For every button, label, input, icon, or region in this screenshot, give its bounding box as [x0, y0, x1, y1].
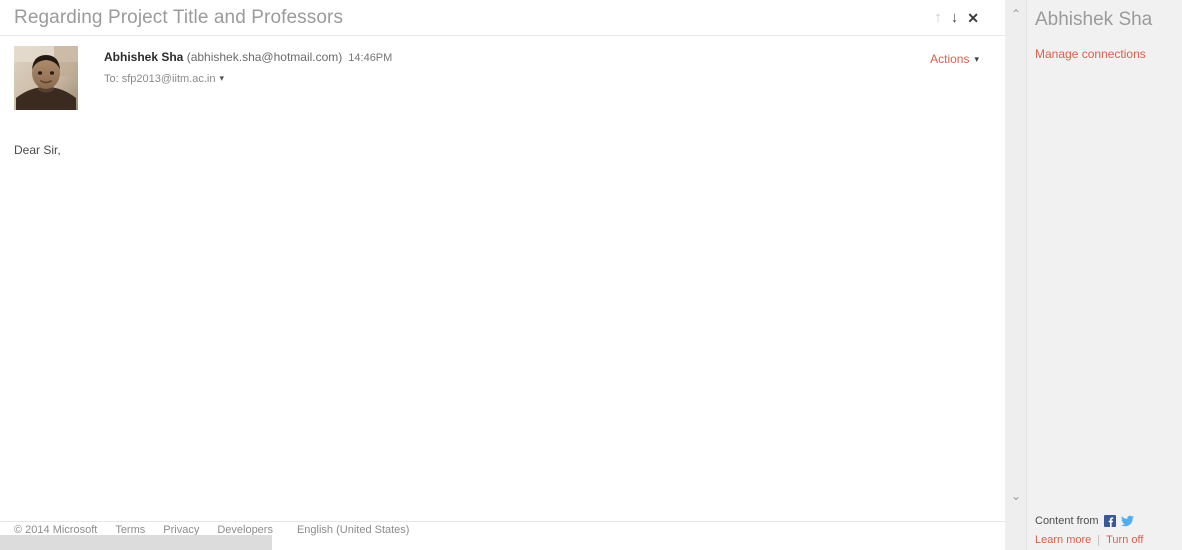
subject-bar: Regarding Project Title and Professors ↑…	[0, 0, 1005, 36]
close-icon[interactable]: ✕	[967, 11, 979, 25]
message-timestamp: 14:46PM	[348, 52, 393, 64]
sender-name[interactable]: Abhishek Sha	[104, 50, 183, 64]
recipients-expand-chevron-down-icon[interactable]: ▾	[215, 71, 224, 85]
message-body: Dear Sir,	[14, 143, 61, 157]
content-from-label: Content from	[1035, 515, 1099, 527]
recipients-prefix: To:	[104, 73, 119, 85]
recipients-line: To: sfp2013@iitm.ac.in ▾	[104, 72, 930, 86]
sender-email[interactable]: (abhishek.sha@hotmail.com)	[187, 50, 343, 64]
people-pane-footer: Content from Learn more | Turn off	[1027, 515, 1182, 550]
footer-overlay-panel	[0, 535, 272, 550]
chevron-down-icon[interactable]: ⌄	[1005, 489, 1027, 503]
actions-menu-button[interactable]: Actions ▾	[930, 46, 991, 68]
next-message-icon[interactable]: ↓	[951, 10, 959, 25]
twitter-icon[interactable]	[1120, 515, 1134, 527]
avatar[interactable]	[14, 46, 78, 110]
outlook-reading-pane: Regarding Project Title and Professors ↑…	[0, 0, 1182, 550]
facebook-icon[interactable]	[1103, 515, 1116, 527]
sender-identity-line: Abhishek Sha (abhishek.sha@hotmail.com) 1…	[104, 50, 930, 66]
content-from-row: Content from	[1035, 515, 1182, 534]
chevron-up-icon[interactable]: ⌃	[1005, 7, 1027, 21]
people-pane: Abhishek Sha Manage connections Content …	[1027, 0, 1182, 550]
actions-menu-label: Actions	[930, 52, 970, 66]
message-nav-controls: ↑ ↓ ✕	[934, 10, 993, 25]
recipient-address[interactable]: sfp2013@iitm.ac.in	[122, 73, 216, 85]
footer-language-selector[interactable]: English (United States)	[291, 524, 410, 536]
previous-message-icon[interactable]: ↑	[934, 10, 942, 25]
manage-connections-link[interactable]: Manage connections	[1027, 34, 1182, 61]
link-separator: |	[1097, 534, 1101, 546]
message-subject: Regarding Project Title and Professors	[14, 8, 344, 27]
people-pane-title: Abhishek Sha	[1035, 9, 1153, 30]
message-pane: Regarding Project Title and Professors ↑…	[0, 0, 1005, 550]
chevron-down-icon: ▾	[974, 54, 979, 64]
people-pane-links: Learn more | Turn off	[1035, 534, 1182, 546]
page-footer: © 2014 Microsoft Terms Privacy Developer…	[0, 521, 1005, 550]
people-pane-rail: ⌃ ⌄	[1005, 0, 1027, 550]
sender-details: Abhishek Sha (abhishek.sha@hotmail.com) 1…	[78, 46, 930, 86]
learn-more-link[interactable]: Learn more	[1035, 534, 1091, 546]
turn-off-link[interactable]: Turn off	[1106, 534, 1143, 546]
sender-block: Abhishek Sha (abhishek.sha@hotmail.com) 1…	[0, 36, 1005, 110]
